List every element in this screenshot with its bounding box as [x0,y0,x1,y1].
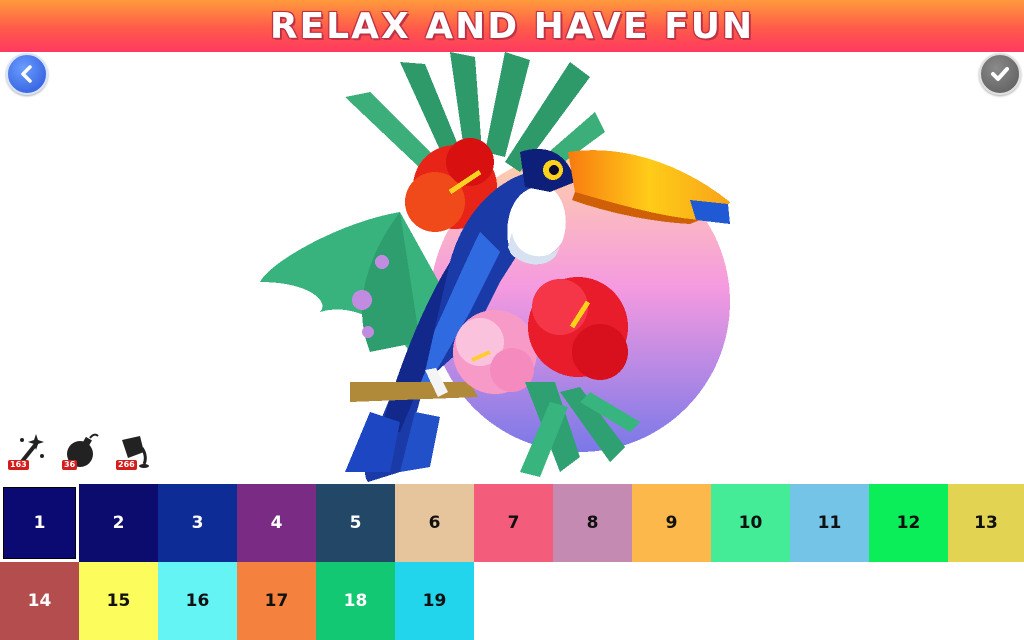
paint-bucket-tool[interactable]: 266 [114,430,154,470]
color-swatch-19[interactable]: 19 [395,562,474,640]
color-swatch-14[interactable]: 14 [0,562,79,640]
color-swatch-4[interactable]: 4 [237,484,316,562]
color-swatch-11[interactable]: 11 [790,484,869,562]
color-swatch-6[interactable]: 6 [395,484,474,562]
color-swatch-13[interactable]: 13 [948,484,1024,562]
color-swatch-12[interactable]: 12 [869,484,948,562]
color-swatch-10[interactable]: 10 [711,484,790,562]
tools-bar: 163 36 266 [6,430,154,470]
color-swatch-7[interactable]: 7 [474,484,553,562]
color-swatch-5[interactable]: 5 [316,484,395,562]
toucan-artwork[interactable] [250,52,750,484]
magic-wand-count: 163 [8,460,29,470]
color-palette: 1 2 3 4 5 6 7 8 9 10 11 12 13 14 15 16 1… [0,484,1024,640]
color-swatch-2[interactable]: 2 [79,484,158,562]
chevron-left-icon [21,65,32,83]
color-swatch-17[interactable]: 17 [237,562,316,640]
paint-bucket-count: 266 [116,460,137,470]
page-title: RELAX AND HAVE FUN [269,5,755,47]
bomb-tool[interactable]: 36 [60,430,100,470]
bomb-count: 36 [62,460,78,470]
done-button[interactable] [979,53,1021,95]
color-swatch-3[interactable]: 3 [158,484,237,562]
back-button[interactable] [6,53,48,95]
color-swatch-8[interactable]: 8 [553,484,632,562]
color-swatch-15[interactable]: 15 [79,562,158,640]
color-swatch-18[interactable]: 18 [316,562,395,640]
color-swatch-1[interactable]: 1 [0,484,79,562]
header-banner: RELAX AND HAVE FUN [0,0,1024,52]
color-swatch-16[interactable]: 16 [158,562,237,640]
magic-wand-tool[interactable]: 163 [6,430,46,470]
checkmark-icon [991,67,1009,81]
color-swatch-9[interactable]: 9 [632,484,711,562]
pink-hibiscus [453,310,537,394]
branch [350,382,478,402]
